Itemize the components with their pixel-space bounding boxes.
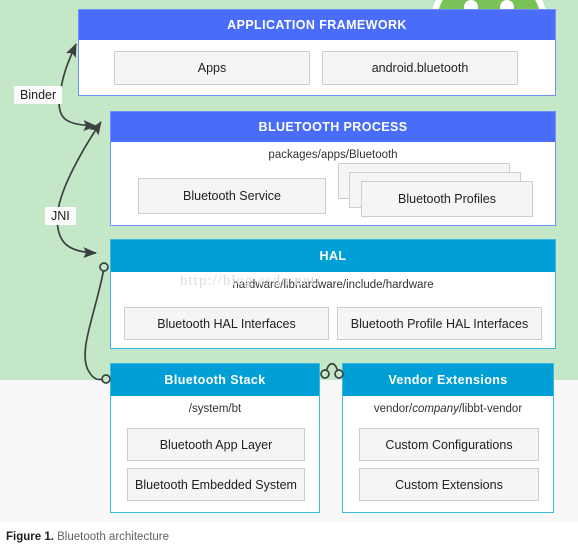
box-bluetooth-service[interactable]: Bluetooth Service [138,178,326,214]
box-bluetooth-hal-interfaces[interactable]: Bluetooth HAL Interfaces [124,307,329,340]
layer-application-framework: APPLICATION FRAMEWORK Apps android.bluet… [78,9,556,96]
box-bluetooth-app-layer[interactable]: Bluetooth App Layer [127,428,305,461]
box-custom-configurations[interactable]: Custom Configurations [359,428,539,461]
bluetooth-stack-title: Bluetooth Stack [111,364,319,396]
figure-caption-label: Figure 1. [6,531,54,543]
vendor-path-suffix: /libbt-vendor [458,403,523,415]
box-bluetooth-profile-hal-interfaces[interactable]: Bluetooth Profile HAL Interfaces [337,307,542,340]
application-framework-title: APPLICATION FRAMEWORK [79,10,555,40]
vendor-path-prefix: vendor/ [373,403,413,415]
layer-bluetooth-stack: Bluetooth Stack /system/bt Bluetooth App… [110,363,320,513]
watermark-text: http://blog.csdn.net/ [180,273,321,289]
diagram-root: APPLICATION FRAMEWORK Apps android.bluet… [0,0,578,552]
connector-label-jni: JNI [45,207,76,225]
vendor-extensions-path: vendor/company/libbt-vendor [343,396,553,419]
box-bluetooth-embedded-system[interactable]: Bluetooth Embedded System [127,468,305,501]
bluetooth-process-path: packages/apps/Bluetooth [268,149,398,161]
box-apps[interactable]: Apps [114,51,310,85]
box-bluetooth-profiles[interactable]: Bluetooth Profiles [361,181,533,217]
box-bluetooth-profiles-stack[interactable]: Bluetooth Profiles [338,163,534,217]
box-android-bluetooth[interactable]: android.bluetooth [322,51,518,85]
layer-vendor-extensions: Vendor Extensions vendor/company/libbt-v… [342,363,554,513]
vendor-extensions-title: Vendor Extensions [343,364,553,396]
figure-caption: Figure 1. Bluetooth architecture [6,531,169,543]
connector-label-binder: Binder [14,86,63,104]
bluetooth-process-title: BLUETOOTH PROCESS [111,112,555,142]
layer-bluetooth-process: BLUETOOTH PROCESS packages/apps/Bluetoot… [110,111,556,226]
hal-title: HAL [111,240,555,272]
layer-hal: HAL hardware/libhardware/include/hardwar… [110,239,556,349]
vendor-path-company: company [412,403,459,415]
figure-caption-text: Bluetooth architecture [57,531,170,543]
bluetooth-stack-path: /system/bt [188,403,242,415]
box-custom-extensions[interactable]: Custom Extensions [359,468,539,501]
hal-path: hardware/libhardware/include/hardware [232,279,434,291]
